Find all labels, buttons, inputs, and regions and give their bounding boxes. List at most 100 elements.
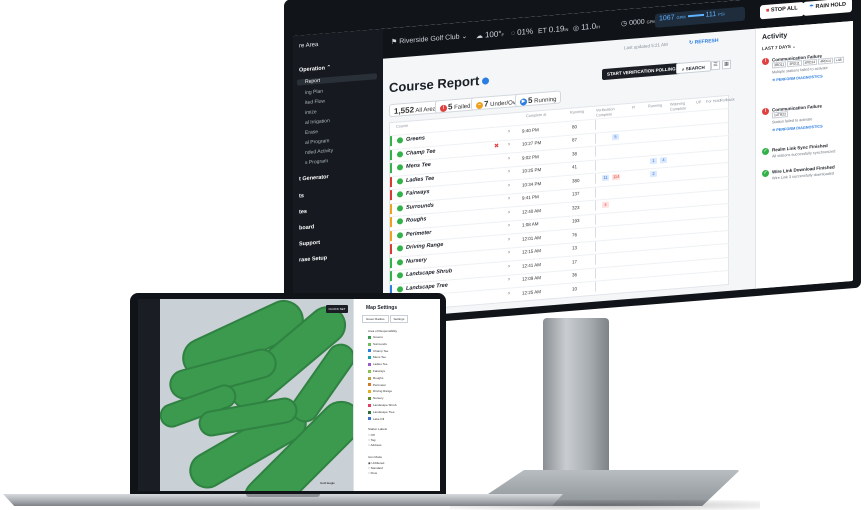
sidebar-section-support[interactable]: Support — [299, 240, 320, 248]
row-status-bar — [390, 163, 392, 174]
legend-item[interactable]: Driving Range — [368, 389, 392, 393]
sidebar-item-activity[interactable]: nded Activity — [305, 148, 333, 156]
chevron-right-icon[interactable]: › — [508, 209, 510, 215]
col-complete-at: Complete at — [526, 112, 547, 119]
station-tag[interactable]: 3RD11 — [772, 61, 787, 69]
grid-view-icon[interactable]: ▦ — [722, 59, 731, 70]
sidebar-section-dashboard[interactable]: board — [299, 224, 314, 231]
station-tag[interactable]: 14TR22 — [772, 111, 789, 119]
sidebar-item-flow[interactable]: ited Flow — [305, 98, 325, 106]
filter-heading: Icon Mode — [368, 455, 383, 459]
filter-unfiltered[interactable]: ◉ Unfiltered — [368, 461, 384, 465]
wind-readout: ◎ 11.0/H — [573, 21, 601, 33]
course-map[interactable]: CLOCK SET Gold Eagle — [138, 299, 371, 491]
sidebar-item-programs[interactable]: s Program — [305, 158, 328, 166]
clock-set-button[interactable]: CLOCK SET — [326, 305, 348, 313]
legend-item[interactable]: Landscape Shrub — [368, 403, 397, 407]
legend-item[interactable]: Nursery — [368, 396, 384, 400]
date-range-select[interactable]: LAST 7 DAYS ⌄ — [762, 44, 796, 53]
chevron-right-icon[interactable]: › — [508, 182, 510, 188]
chevron-right-icon[interactable]: › — [508, 142, 510, 148]
legend-item[interactable]: Fairways — [368, 369, 385, 373]
info-icon[interactable] — [482, 77, 490, 85]
alert-icon: ! — [762, 57, 769, 66]
chevron-right-icon[interactable]: › — [508, 277, 510, 283]
sidebar-item-optimize[interactable]: imize — [305, 109, 317, 116]
sidebar-section-operation[interactable]: Operation ⌃ — [299, 65, 331, 74]
station-tag[interactable]: +48 — [833, 56, 844, 64]
club-selector[interactable]: ⚑ Riverside Golf Club ⌄ — [391, 32, 467, 46]
chevron-right-icon[interactable]: › — [508, 128, 510, 134]
chevron-right-icon[interactable]: › — [508, 236, 510, 242]
filter-running[interactable]: ▶ 5 Running — [515, 90, 562, 108]
option-off[interactable]: ○ Off — [368, 433, 375, 437]
station-tag[interactable]: 3RD11 — [787, 60, 802, 68]
laptop-screen: CLOCK SET Gold Eagle Map Settings Green … — [138, 299, 440, 491]
divider — [595, 254, 596, 265]
chevron-right-icon[interactable]: › — [508, 263, 510, 269]
option-tag[interactable]: ○ Tag — [368, 438, 375, 442]
check-icon — [397, 164, 403, 171]
rain-readout: ◌ 01% — [511, 26, 534, 38]
map-settings-title: Map Settings — [366, 305, 398, 311]
search-button[interactable]: ⌕ SEARCH — [676, 60, 711, 75]
status-badge[interactable]: 11 — [602, 174, 609, 182]
sidebar-section-setup[interactable]: rase Setup — [299, 255, 327, 263]
chevron-right-icon[interactable]: › — [508, 196, 510, 202]
perform-diagnostics-link[interactable]: ⟲ PERFORM DIAGNOSTICS — [772, 123, 823, 132]
sidebar-item-planning[interactable]: ing Plan — [305, 89, 323, 96]
legend-item[interactable]: Surrounds — [368, 342, 387, 346]
refresh-button[interactable]: ↻ REFRESH — [689, 38, 719, 46]
legend-item[interactable]: Mens Tee — [368, 355, 386, 359]
stop-all-button[interactable]: ■ STOP ALL — [760, 1, 804, 20]
filter-failed[interactable]: ! 5 Failed — [435, 97, 476, 114]
sidebar-section-generator[interactable]: t Generator — [299, 174, 329, 182]
sidebar-item-report[interactable]: Report — [297, 73, 377, 86]
chevron-right-icon[interactable]: › — [508, 250, 510, 256]
course-table: Course Complete at Running Verification … — [389, 94, 735, 313]
tab-green-radius[interactable]: Green Radius — [362, 315, 389, 323]
option-address[interactable]: ○ Address — [368, 443, 382, 447]
station-tag[interactable]: 4RD14 — [802, 58, 818, 66]
sidebar-item-erase[interactable]: Erase — [305, 129, 318, 136]
station-tag[interactable]: 4RD14 — [818, 57, 833, 65]
status-badge[interactable]: 2 — [650, 170, 657, 178]
legend-item[interactable]: Ladies Tee — [368, 362, 387, 366]
rain-hold-button[interactable]: ☂ RAIN HOLD — [803, 0, 853, 16]
start-verification-button[interactable]: START VERIFICATION POLLING — [602, 62, 681, 81]
legend-item[interactable]: Lake Fill — [368, 417, 384, 421]
status-badge[interactable]: 5 — [612, 133, 619, 140]
list-view-icon[interactable]: ☰ — [711, 60, 720, 71]
temperature-readout: ☁ 100°F — [476, 29, 504, 41]
status-badge[interactable]: 4 — [602, 201, 609, 209]
legend-item[interactable]: Greens — [368, 335, 383, 339]
row-time: 10:25 PM — [522, 167, 542, 174]
status-badge[interactable]: 1 — [650, 157, 657, 164]
legend-item[interactable]: Perimeter — [368, 383, 386, 387]
chevron-right-icon[interactable]: › — [508, 290, 510, 296]
tab-settings[interactable]: Settings — [389, 315, 409, 323]
perform-diagnostics-link[interactable]: ⟲ PERFORM DIAGNOSTICS — [772, 73, 823, 82]
legend-item[interactable]: Roughs — [368, 376, 383, 380]
activity-event[interactable]: ! Communication Failure 14TR22 Station fail… — [762, 101, 852, 132]
legend-swatch — [368, 349, 371, 353]
row-time: 1:08 AM — [522, 221, 539, 228]
chevron-right-icon[interactable]: › — [508, 169, 510, 175]
legend-item[interactable]: Champ Tee — [368, 349, 388, 353]
filter-standard[interactable]: ○ Standard — [368, 466, 383, 470]
activity-event[interactable]: ✓ Wire Link Download Finished Wire Link 3 … — [762, 163, 852, 180]
sidebar-section-reports[interactable]: ts — [299, 193, 304, 199]
chevron-right-icon[interactable]: › — [508, 223, 510, 229]
activity-event[interactable]: ! Communication Failure 3RD11 3RD11 4RD14 4RD… — [762, 51, 852, 82]
sidebar-item-irrigation[interactable]: al Irrigation — [305, 118, 330, 126]
status-badge[interactable]: 4 — [660, 156, 667, 163]
row-status-bar — [390, 230, 392, 241]
sidebar-section-sites[interactable]: tes — [299, 209, 307, 216]
row-name: Landscape Shrub — [406, 268, 453, 278]
filter-flow[interactable]: ○ Flow — [368, 471, 377, 475]
status-badge[interactable]: 114 — [612, 173, 621, 181]
chevron-right-icon[interactable]: › — [508, 155, 510, 161]
sidebar-item-program[interactable]: al Program — [305, 138, 329, 146]
legend-item[interactable]: Landscape Tree — [368, 410, 395, 414]
activity-event[interactable]: ✓ Realm Link Sync Finished All stations su… — [762, 141, 852, 158]
